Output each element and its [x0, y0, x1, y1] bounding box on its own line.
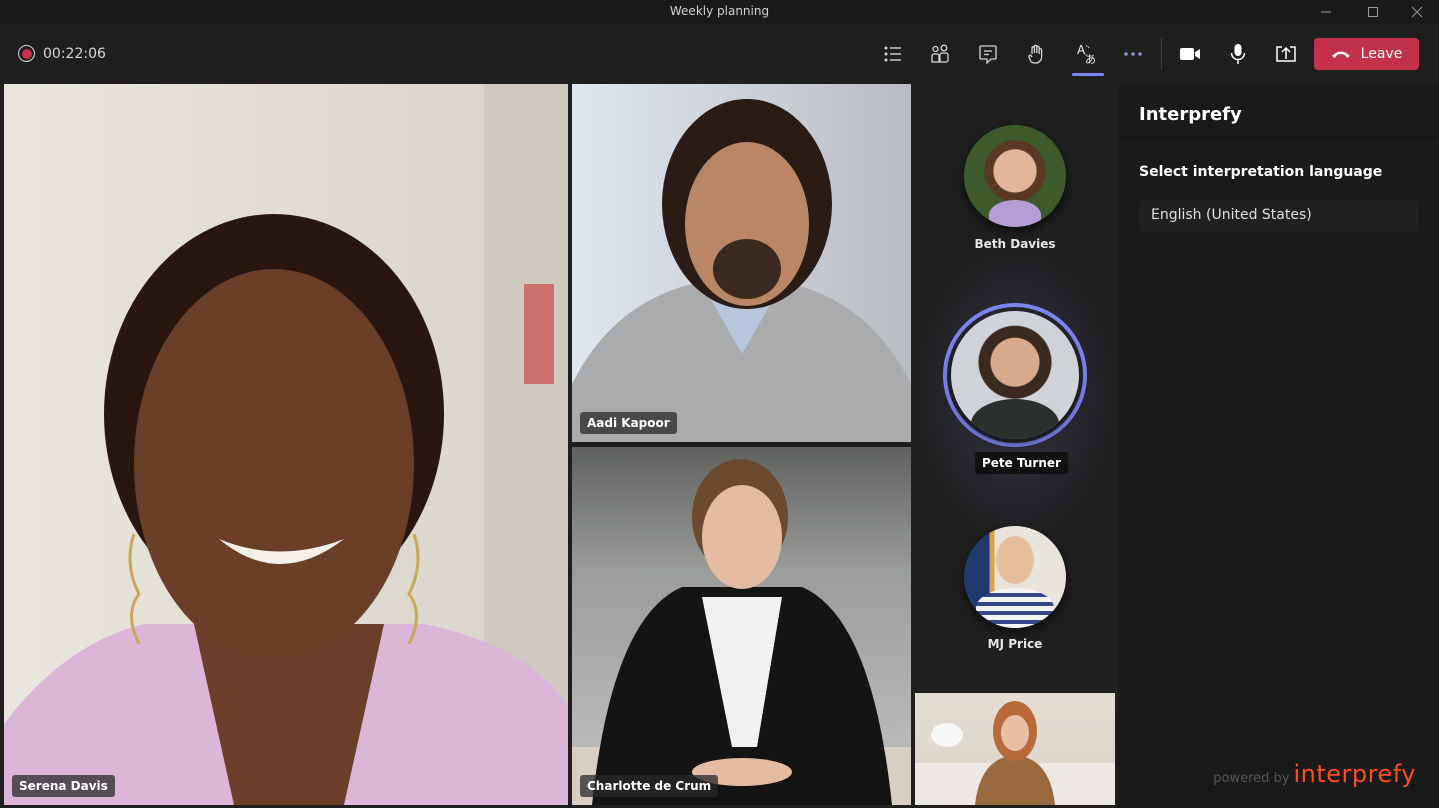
people-icon — [931, 44, 949, 63]
participant-video — [915, 701, 1115, 805]
avatar[interactable] — [951, 311, 1079, 439]
toolbar-divider — [1161, 38, 1162, 70]
list-icon — [884, 46, 901, 62]
hand-icon — [1028, 44, 1043, 64]
leave-label: Leave — [1360, 46, 1403, 62]
svg-text:あ: あ — [1085, 53, 1096, 65]
camera-button[interactable] — [1172, 38, 1208, 70]
powered-by-label: powered by — [1213, 771, 1290, 786]
recording-indicator: 00:22:06 — [18, 45, 106, 62]
minimize-icon — [1321, 11, 1331, 13]
participant-video — [572, 459, 911, 805]
avatar-clothing — [971, 399, 1059, 439]
video-tile[interactable]: Serena Davis — [4, 84, 568, 805]
participant-name-tag: Aadi Kapoor — [580, 412, 677, 434]
participant-video — [572, 99, 911, 442]
avatar-name: Beth Davies — [974, 237, 1056, 251]
self-view-tile[interactable] — [915, 693, 1115, 805]
interprefy-panel: Interprefy Select interpretation languag… — [1118, 84, 1439, 808]
participants-list-button[interactable] — [875, 38, 911, 70]
camera-icon — [1180, 48, 1200, 60]
title-bar: Weekly planning — [0, 0, 1439, 24]
avatar-face — [996, 536, 1034, 584]
translate-button[interactable]: A あ — [1070, 38, 1106, 76]
raise-hand-button[interactable] — [1018, 38, 1054, 70]
powered-by: powered by interprefy — [1213, 760, 1416, 788]
interpretation-language-select[interactable]: English (United States) — [1139, 200, 1419, 232]
more-options-button[interactable] — [1115, 38, 1151, 70]
translate-icon: A あ — [1077, 43, 1096, 65]
panel-title: Interprefy — [1118, 84, 1439, 143]
avatar-clothing — [989, 200, 1041, 227]
recording-time: 00:22:06 — [43, 45, 106, 62]
phone-hangup-icon — [1331, 51, 1350, 58]
avatar-name: Pete Turner — [975, 452, 1068, 474]
avatar[interactable] — [964, 125, 1066, 227]
share-icon — [1276, 46, 1296, 62]
close-icon — [1411, 6, 1423, 18]
video-stage: Serena Davis Aadi Kapoor Charlotte de Cr… — [0, 84, 1118, 808]
chat-icon — [979, 45, 997, 64]
minimize-button[interactable] — [1303, 0, 1349, 24]
participant-name-tag: Serena Davis — [12, 775, 115, 797]
people-button[interactable] — [922, 38, 958, 70]
microphone-button[interactable] — [1220, 38, 1256, 70]
close-button[interactable] — [1394, 0, 1439, 24]
more-icon — [1124, 52, 1142, 56]
window-title: Weekly planning — [669, 4, 770, 18]
mic-icon — [1230, 44, 1246, 64]
maximize-button[interactable] — [1350, 0, 1396, 24]
video-tile[interactable]: Aadi Kapoor — [572, 84, 911, 442]
language-label: Select interpretation language — [1139, 164, 1383, 180]
avatar[interactable] — [964, 526, 1066, 628]
interprefy-logo: interprefy — [1293, 760, 1416, 788]
avatar-clothing — [976, 588, 1054, 628]
participant-avatar-list: Beth Davies Pete Turner MJ Price — [912, 84, 1118, 692]
leave-button[interactable]: Leave — [1314, 38, 1419, 70]
video-tile[interactable]: Charlotte de Crum — [572, 447, 911, 805]
avatar-name: MJ Price — [987, 637, 1043, 651]
participant-video — [4, 84, 568, 805]
meeting-toolbar: 00:22:06 A あ Leave — [0, 24, 1439, 84]
maximize-icon — [1368, 7, 1378, 17]
chat-button[interactable] — [970, 38, 1006, 70]
record-icon — [18, 45, 35, 62]
share-screen-button[interactable] — [1268, 38, 1304, 70]
participant-name-tag: Charlotte de Crum — [580, 775, 719, 797]
